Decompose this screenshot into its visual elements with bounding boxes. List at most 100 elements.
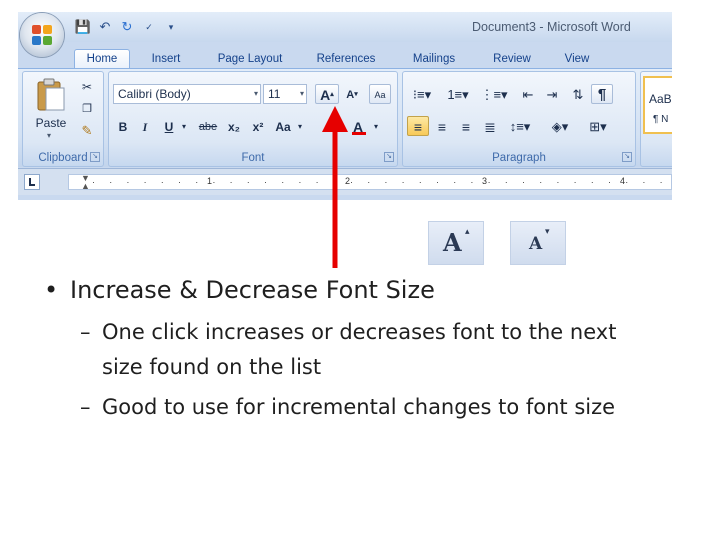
bullets-icon[interactable]: ⁝≡▾ — [407, 84, 437, 104]
underline-dropdown-icon[interactable]: ▾ — [179, 116, 189, 136]
tab-mailings[interactable]: Mailings — [394, 50, 474, 68]
styles-group: AaB ¶ N — [640, 71, 672, 167]
ruler-bar: ▼ ▲ 1 2 3 4 — [18, 168, 672, 195]
paste-icon — [37, 78, 65, 111]
shrink-arrow-icon: ▾ — [354, 91, 358, 98]
sub-bullet-2: Good to use for incremental changes to f… — [102, 395, 616, 419]
ruler-tick — [127, 182, 129, 183]
horizontal-ruler[interactable]: ▼ ▲ 1 2 3 4 — [68, 173, 672, 191]
bold-button[interactable]: B — [113, 116, 133, 136]
style-normal-preview[interactable]: AaB ¶ N — [643, 76, 672, 134]
save-icon[interactable]: 💾 — [74, 18, 92, 36]
grow-font-label: A — [320, 87, 331, 103]
strikethrough-button[interactable]: abe — [195, 116, 221, 136]
sub-bullet-marker-1: – — [80, 320, 91, 344]
ribbon: Paste ▾ ✂ ❐ ✎ Clipboard ↘ Calibri (Body)… — [18, 68, 672, 167]
ribbon-tabs: Home Insert Page Layout References Maili… — [74, 44, 604, 68]
hanging-indent-marker[interactable]: ▲ — [81, 181, 90, 191]
cut-icon[interactable]: ✂ — [77, 76, 97, 96]
office-logo-icon — [32, 25, 52, 45]
quick-access-toolbar: 💾 ↶ ↻ ✓ ▾ — [74, 18, 180, 36]
italic-button[interactable]: I — [135, 116, 155, 136]
paste-dropdown-icon[interactable]: ▾ — [47, 131, 51, 140]
align-center-icon[interactable]: ≡ — [431, 116, 453, 136]
style-preview-text: AaB — [649, 92, 672, 106]
grow-font-zoom-label: A — [443, 228, 462, 257]
ruler-tick — [557, 182, 559, 183]
grow-arrow-icon: ▴ — [465, 226, 470, 236]
ruler-tick — [574, 182, 576, 183]
copy-icon[interactable]: ❐ — [77, 98, 97, 118]
clear-formatting-icon[interactable]: Aa — [369, 84, 391, 104]
change-case-button[interactable]: Aa — [271, 116, 295, 136]
chevron-down-icon: ▾ — [253, 89, 258, 98]
font-launcher-icon[interactable]: ↘ — [384, 152, 394, 162]
font-color-dropdown-icon[interactable]: ▾ — [371, 116, 381, 136]
font-group: Calibri (Body) ▾ 11 ▾ A▴ A▾ Aa B I U ▾ a… — [108, 71, 398, 167]
shrink-font-zoom-icon: A ▾ — [510, 221, 566, 265]
ruler-tick — [437, 182, 438, 183]
clipboard-launcher-icon[interactable]: ↘ — [90, 152, 100, 162]
show-formatting-button[interactable]: ¶ — [591, 84, 613, 104]
ruler-tick — [333, 182, 335, 183]
font-name-combo[interactable]: Calibri (Body) ▾ — [113, 84, 261, 104]
align-left-icon[interactable]: ≡ — [407, 116, 429, 136]
tab-page-layout[interactable]: Page Layout — [202, 50, 298, 68]
sub-bullet-1-line-1: One click increases or decreases font to… — [102, 320, 617, 344]
sort-icon[interactable]: ⇅ — [567, 84, 589, 104]
borders-icon[interactable]: ⊞▾ — [581, 116, 615, 136]
change-case-dropdown-icon[interactable]: ▾ — [295, 116, 305, 136]
ruler-tick — [471, 182, 473, 183]
ruler-ticks — [93, 182, 662, 183]
paragraph-group: ⁝≡▾ 1≡▾ ⋮≡▾ ⇤ ⇥ ⇅ ¶ ≡ ≡ ≡ ≣ ↕≡▾ ◈▾ ⊞▾ Pa… — [402, 71, 636, 167]
ruler-tick — [591, 182, 593, 183]
ruler-tick — [282, 182, 284, 183]
tab-review[interactable]: Review — [474, 50, 550, 68]
line-spacing-icon[interactable]: ↕≡▾ — [503, 116, 537, 136]
font-name-value: Calibri (Body) — [118, 87, 191, 101]
ruler-tick — [110, 182, 112, 183]
subscript-button[interactable]: x₂ — [223, 116, 245, 136]
font-color-button[interactable]: A — [347, 116, 369, 136]
ruler-tick — [660, 182, 662, 183]
tab-home[interactable]: Home — [74, 49, 130, 68]
font-size-value: 11 — [268, 87, 281, 101]
shrink-font-button[interactable]: A▾ — [341, 84, 363, 104]
spelling-icon[interactable]: ✓ — [140, 18, 158, 36]
multilevel-list-icon[interactable]: ⋮≡▾ — [479, 84, 509, 104]
undo-icon[interactable]: ↶ — [96, 18, 114, 36]
shrink-arrow-icon: ▾ — [545, 226, 550, 236]
paste-label: Paste — [35, 116, 67, 130]
align-right-icon[interactable]: ≡ — [455, 116, 477, 136]
clipboard-group: Paste ▾ ✂ ❐ ✎ Clipboard ↘ — [22, 71, 104, 167]
tab-selector-icon[interactable] — [24, 174, 40, 190]
office-button[interactable] — [20, 13, 64, 57]
sub-bullet-1-line-2: size found on the list — [102, 355, 322, 379]
increase-indent-icon[interactable]: ⇥ — [541, 84, 563, 104]
paragraph-launcher-icon[interactable]: ↘ — [622, 152, 632, 162]
format-painter-icon[interactable]: ✎ — [77, 120, 97, 140]
underline-button[interactable]: U — [159, 116, 179, 136]
font-size-combo[interactable]: 11 ▾ — [263, 84, 307, 104]
tab-references[interactable]: References — [298, 50, 394, 68]
decrease-indent-icon[interactable]: ⇤ — [517, 84, 539, 104]
grow-font-button[interactable]: A▴ — [315, 84, 339, 104]
superscript-button[interactable]: x² — [247, 116, 269, 136]
ruler-tick — [488, 182, 490, 183]
justify-icon[interactable]: ≣ — [479, 116, 501, 136]
shading-icon[interactable]: ◈▾ — [543, 116, 577, 136]
numbering-icon[interactable]: 1≡▾ — [443, 84, 473, 104]
ruler-tick — [402, 182, 404, 183]
redo-icon[interactable]: ↻ — [118, 18, 136, 36]
ruler-tick — [299, 182, 301, 183]
paragraph-group-label: Paragraph — [492, 152, 546, 164]
ruler-tick — [213, 182, 215, 183]
ruler-number-1: 1 — [207, 176, 213, 186]
style-preview-label: ¶ N — [653, 114, 669, 125]
customize-qat-icon[interactable]: ▾ — [162, 18, 180, 36]
paste-button[interactable]: Paste ▾ — [31, 76, 71, 140]
tab-view[interactable]: View — [550, 50, 604, 68]
tab-insert[interactable]: Insert — [130, 50, 202, 68]
ruler-number-4: 4 — [620, 176, 626, 186]
ruler-tick — [265, 182, 266, 183]
